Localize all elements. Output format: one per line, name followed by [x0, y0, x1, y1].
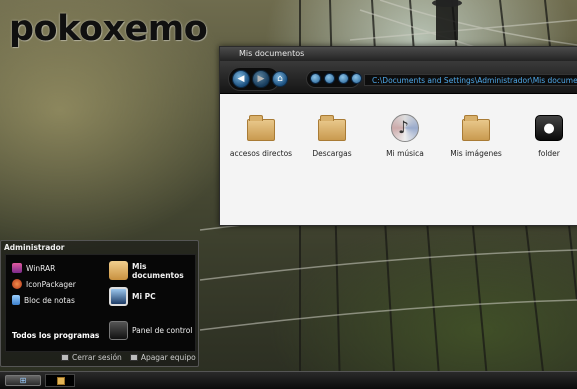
folder-item[interactable]: ● folder [514, 113, 577, 158]
folder-icon [57, 377, 65, 385]
forward-arrow-icon: ▶ [257, 74, 265, 84]
explorer-window[interactable]: Mis documentos ◀ ▶ ⌂ C:\Documents and Se… [219, 46, 577, 226]
place-my-documents[interactable]: Mis documentos [109, 261, 192, 280]
all-programs-button[interactable]: Todos los programas [12, 331, 99, 340]
control-panel-icon [109, 321, 128, 340]
start-button[interactable]: ⊞ [5, 375, 41, 386]
place-label: Mi PC [132, 292, 156, 301]
folder-icon [318, 115, 346, 141]
logoff-button[interactable]: Cerrar sesión [61, 353, 122, 362]
explorer-toolbar: ◀ ▶ ⌂ C:\Documents and Settings\Administ… [220, 61, 577, 94]
my-documents-icon [109, 261, 128, 280]
folder-item[interactable]: accesos directos [226, 113, 296, 158]
item-label: Descargas [312, 149, 352, 158]
address-bar[interactable]: C:\Documents and Settings\Administrador\… [364, 74, 577, 86]
forward-button[interactable]: ▶ [252, 70, 270, 88]
power-icon [129, 354, 138, 361]
view-list-button[interactable] [324, 73, 335, 84]
home-icon: ⌂ [277, 74, 283, 84]
view-details-button[interactable] [338, 73, 349, 84]
notepad-icon [12, 295, 20, 305]
folder-icon [247, 115, 275, 141]
start-menu: Administrador WinRAR IconPackager Bloc d… [0, 240, 199, 367]
winrar-icon [12, 263, 22, 273]
shutdown-button[interactable]: Apagar equipo [129, 353, 196, 362]
back-button[interactable]: ◀ [232, 70, 250, 88]
desktop-logo-text: pokoxemo [9, 9, 208, 49]
pictures-folder-icon [462, 115, 490, 141]
taskbar-item-explorer[interactable] [45, 374, 75, 387]
start-menu-user: Administrador [4, 243, 65, 252]
view-icons-button[interactable] [310, 73, 321, 84]
program-notepad[interactable]: Bloc de notas [12, 295, 75, 305]
item-label: folder [538, 149, 560, 158]
place-my-computer[interactable]: Mi PC [109, 287, 156, 306]
view-thumbnails-button[interactable] [351, 73, 362, 84]
shutdown-label: Apagar equipo [140, 353, 196, 362]
place-control-panel[interactable]: Panel de control [109, 321, 192, 340]
folder-item[interactable]: Descargas [297, 113, 367, 158]
apple-folder-icon: ● [535, 115, 563, 141]
item-label: Mi música [386, 149, 424, 158]
iconpackager-icon [12, 279, 22, 289]
start-menu-footer: Cerrar sesión Apagar equipo [61, 353, 196, 362]
windows-logo-icon: ⊞ [19, 376, 27, 385]
folder-item[interactable]: Mis imágenes [441, 113, 511, 158]
folder-item[interactable]: Mi música [370, 113, 440, 158]
file-list: accesos directos Descargas Mi música Mis… [220, 107, 577, 167]
taskbar: ⊞ [0, 371, 577, 389]
item-label: accesos directos [229, 149, 293, 158]
music-cd-icon [391, 114, 419, 142]
place-label: Mis documentos [132, 261, 184, 280]
window-title: Mis documentos [220, 47, 577, 61]
item-label: Mis imágenes [450, 149, 502, 158]
program-label: Bloc de notas [24, 295, 75, 305]
program-label: IconPackager [26, 279, 76, 289]
start-menu-panel: WinRAR IconPackager Bloc de notas Todos … [5, 254, 196, 352]
program-winrar[interactable]: WinRAR [12, 263, 55, 273]
place-label: Panel de control [132, 326, 193, 335]
my-computer-icon [109, 287, 128, 306]
program-label: WinRAR [26, 263, 56, 273]
program-iconpackager[interactable]: IconPackager [12, 279, 76, 289]
logoff-icon [61, 354, 69, 361]
home-button[interactable]: ⌂ [272, 71, 288, 87]
logoff-label: Cerrar sesión [72, 353, 122, 362]
back-arrow-icon: ◀ [237, 74, 245, 84]
